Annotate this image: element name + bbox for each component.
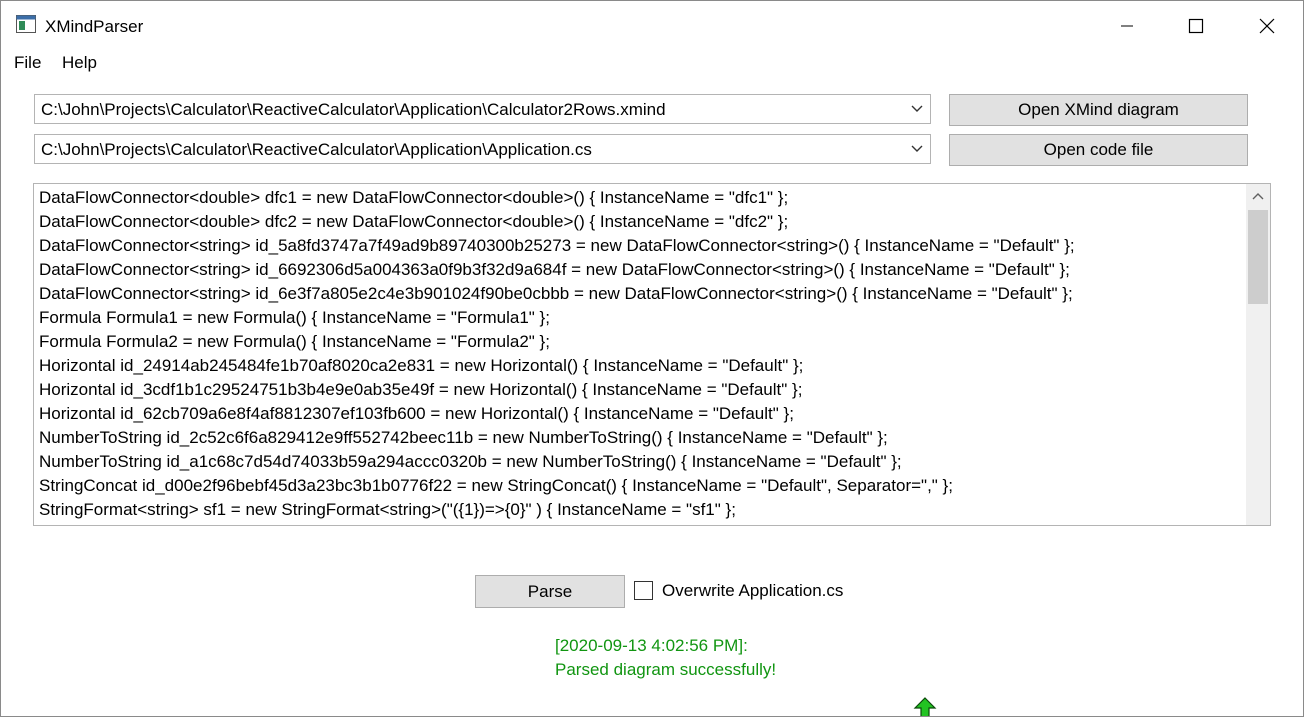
status-timestamp: [2020-09-13 4:02:56 PM]: (555, 636, 748, 655)
scroll-up-arrow-icon (1252, 193, 1264, 200)
code-line: DataFlowConnector<string> id_5a8fd3747a7… (39, 236, 1075, 255)
window-title: XMindParser (45, 17, 144, 36)
status-message: Parsed diagram successfully! (555, 660, 777, 679)
code-line: DataFlowConnector<double> dfc2 = new Dat… (39, 212, 789, 231)
maximize-icon (1188, 18, 1204, 34)
maximize-button[interactable] (1173, 1, 1219, 51)
diagram-path-combo[interactable]: C:\John\Projects\Calculator\ReactiveCalc… (34, 94, 931, 124)
green-up-arrow-cursor-icon (913, 697, 937, 716)
code-line: NumberToString id_2c52c6f6a829412e9ff552… (39, 428, 888, 447)
overwrite-checkbox[interactable] (634, 581, 653, 600)
vertical-scrollbar[interactable] (1246, 184, 1270, 525)
app-window: XMindParser File Help C:\John\Projects\C… (0, 0, 1304, 717)
code-line: Formula Formula1 = new Formula() { Insta… (39, 308, 550, 327)
parse-button[interactable]: Parse (475, 575, 625, 608)
app-window-icon (16, 15, 36, 33)
code-line: DataFlowConnector<string> id_6e3f7a805e2… (39, 284, 1073, 303)
open-code-button[interactable]: Open code file (949, 134, 1248, 166)
code-line: Horizontal id_62cb709a6e8f4af8812307ef10… (39, 404, 794, 423)
menu-help[interactable]: Help (62, 53, 97, 73)
menu-file[interactable]: File (14, 53, 41, 73)
code-line: DataFlowConnector<double> dfc1 = new Dat… (39, 188, 789, 207)
code-line: Horizontal id_24914ab245484fe1b70af8020c… (39, 356, 804, 375)
close-button[interactable] (1244, 1, 1290, 51)
overwrite-checkbox-label[interactable]: Overwrite Application.cs (662, 581, 843, 601)
minimize-button[interactable] (1104, 1, 1150, 51)
code-path-combo[interactable]: C:\John\Projects\Calculator\ReactiveCalc… (34, 134, 931, 164)
code-line: StringFormat<string> sf1 = new StringFor… (39, 500, 736, 519)
code-preview-textbox[interactable]: DataFlowConnector<double> dfc1 = new Dat… (33, 183, 1271, 526)
code-line: Horizontal id_3cdf1b1c29524751b3b4e9e0ab… (39, 380, 803, 399)
code-line: DataFlowConnector<string> id_6692306d5a0… (39, 260, 1070, 279)
chevron-down-icon[interactable] (910, 103, 924, 115)
diagram-path-text: C:\John\Projects\Calculator\ReactiveCalc… (41, 100, 666, 119)
open-diagram-button[interactable]: Open XMind diagram (949, 94, 1248, 126)
scrollbar-thumb[interactable] (1248, 210, 1268, 304)
code-line: NumberToString id_a1c68c7d54d74033b59a29… (39, 452, 902, 471)
code-line: StringFormat<string> sf2 = new StringFor… (39, 522, 1244, 525)
close-icon (1259, 18, 1275, 34)
menu-bar: File Help (1, 51, 1303, 77)
minimize-icon (1121, 25, 1133, 27)
chevron-down-icon[interactable] (910, 143, 924, 155)
code-line: StringConcat id_d00e2f96bebf45d3a23bc3b1… (39, 476, 953, 495)
title-bar[interactable]: XMindParser (1, 1, 1303, 51)
code-path-text: C:\John\Projects\Calculator\ReactiveCalc… (41, 140, 592, 159)
code-lines: DataFlowConnector<double> dfc1 = new Dat… (39, 186, 1244, 525)
code-line: Formula Formula2 = new Formula() { Insta… (39, 332, 550, 351)
scroll-up-button[interactable] (1246, 184, 1270, 208)
